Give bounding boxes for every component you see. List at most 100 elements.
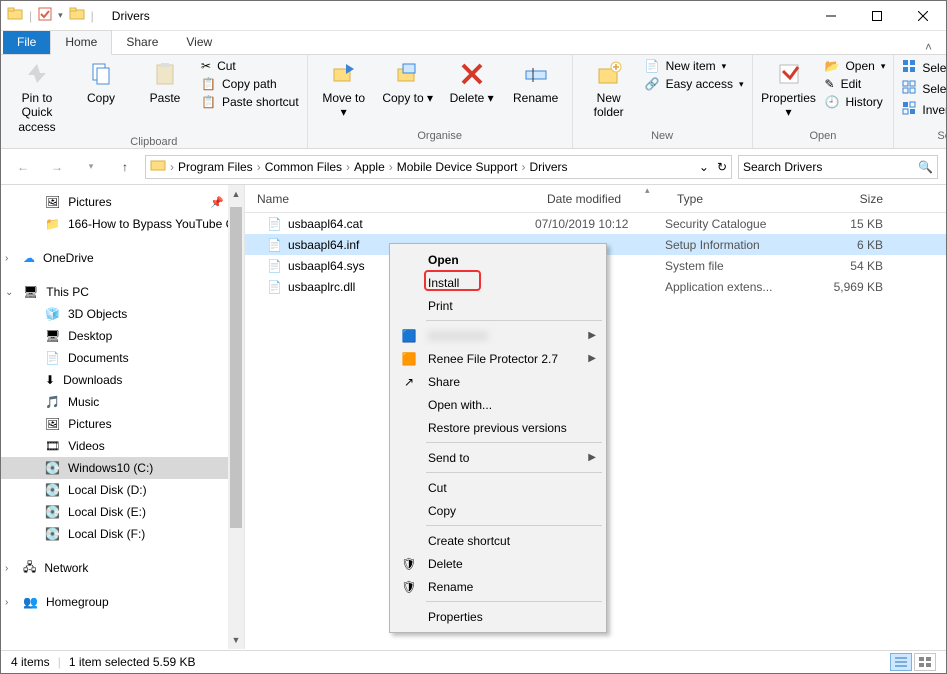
delete-button[interactable]: Delete ▾ (444, 59, 500, 107)
tab-file[interactable]: File (3, 31, 50, 54)
ctx-send-to[interactable]: Send to▶ (392, 446, 604, 469)
expand-icon[interactable]: › (5, 563, 8, 574)
ctx-install[interactable]: Install (392, 271, 604, 294)
copy-button[interactable]: Copy (73, 59, 129, 107)
nav-windows10-c[interactable]: 💽Windows10 (C:) (1, 457, 244, 479)
nav-videos[interactable]: 🎞Videos (1, 435, 244, 457)
paste-button[interactable]: Paste (137, 59, 193, 107)
ctx-blurred[interactable]: 🟦▶ (392, 324, 604, 347)
forward-button[interactable]: → (43, 153, 71, 181)
recent-button[interactable]: ▾ (77, 153, 105, 181)
ctx-renee[interactable]: 🟧Renee File Protector 2.7▶ (392, 347, 604, 370)
search-box[interactable]: Search Drivers 🔍 (738, 155, 938, 179)
nav-music[interactable]: 🎵Music (1, 391, 244, 413)
cut-button[interactable]: ✂Cut (201, 59, 299, 73)
select-none-button[interactable]: Select none (902, 80, 947, 97)
addr-dropdown[interactable]: ⌄ (699, 160, 709, 174)
nav-picfolder[interactable]: 🖼Pictures (1, 413, 244, 435)
col-type[interactable]: Type (665, 192, 805, 206)
close-button[interactable] (900, 1, 946, 30)
ctx-rename[interactable]: 🛡Rename (392, 575, 604, 598)
breadcrumb-4[interactable]: Drivers (529, 160, 567, 174)
qat-checkbox-icon[interactable] (38, 7, 52, 24)
easy-access-label: Easy access (666, 77, 733, 91)
scroll-down-icon[interactable]: ▼ (228, 631, 244, 649)
nav-network[interactable]: ›🖧Network (1, 557, 244, 579)
history-button[interactable]: 🕘History (825, 95, 886, 109)
tab-view[interactable]: View (172, 31, 226, 54)
file-name: usbaapl64.inf (288, 238, 359, 252)
back-button[interactable]: ← (9, 153, 37, 181)
invert-selection-button[interactable]: Invert selection (902, 101, 947, 118)
address-bar[interactable]: › Program Files› Common Files› Apple› Mo… (145, 155, 732, 179)
nav-bypass[interactable]: 📁166-How to Bypass YouTube C📌 (1, 213, 244, 235)
rename-button[interactable]: Rename (508, 59, 564, 107)
ctx-cut[interactable]: Cut (392, 476, 604, 499)
expand-icon[interactable]: › (5, 253, 8, 264)
qat-folder-icon (69, 6, 85, 25)
drive-icon: 💽 (45, 483, 60, 497)
ctx-print[interactable]: Print (392, 294, 604, 317)
nav-this-pc[interactable]: ⌄🖥This PC (1, 281, 244, 303)
copy-path-button[interactable]: 📋Copy path (201, 77, 299, 91)
icons-view-button[interactable] (914, 653, 936, 671)
nav-3d-objects[interactable]: 🧊3D Objects (1, 303, 244, 325)
ctx-copy[interactable]: Copy (392, 499, 604, 522)
new-item-button[interactable]: 📄New item ▾ (645, 59, 744, 73)
refresh-button[interactable]: ↻ (717, 160, 727, 174)
rename-label: Rename (513, 91, 558, 105)
tab-share[interactable]: Share (112, 31, 172, 54)
ctx-delete[interactable]: 🛡Delete (392, 552, 604, 575)
ribbon-collapse-button[interactable]: ˄ (911, 40, 946, 54)
nav-local-disk-f[interactable]: 💽Local Disk (F:) (1, 523, 244, 545)
nav-downloads[interactable]: ⬇Downloads (1, 369, 244, 391)
edit-button[interactable]: ✎Edit (825, 77, 886, 91)
breadcrumb-0[interactable]: Program Files› (178, 160, 261, 174)
breadcrumb-2[interactable]: Apple› (354, 160, 393, 174)
ctx-open[interactable]: Open (392, 248, 604, 271)
file-row[interactable]: 📄usbaapl64.cat07/10/2019 10:12Security C… (245, 213, 946, 234)
new-folder-button[interactable]: New folder (581, 59, 637, 122)
submenu-icon: ▶ (588, 452, 596, 463)
minimize-button[interactable] (808, 1, 854, 30)
breadcrumb-3[interactable]: Mobile Device Support› (397, 160, 526, 174)
pin-quick-access-button[interactable]: Pin to Quick access (9, 59, 65, 136)
scroll-thumb[interactable] (230, 207, 242, 528)
nav-pictures[interactable]: 🖼Pictures📌 (1, 191, 244, 213)
maximize-button[interactable] (854, 1, 900, 30)
nav-documents[interactable]: 📄Documents (1, 347, 244, 369)
ctx-properties[interactable]: Properties (392, 605, 604, 628)
col-name[interactable]: Name (245, 192, 535, 206)
nav-local-disk-e[interactable]: 💽Local Disk (E:) (1, 501, 244, 523)
open-button[interactable]: 📂Open ▾ (825, 59, 886, 73)
nav-desktop[interactable]: 🖥Desktop (1, 325, 244, 347)
file-size: 15 KB (805, 217, 895, 231)
col-size[interactable]: Size (805, 192, 895, 206)
nav-local-disk-d[interactable]: 💽Local Disk (D:) (1, 479, 244, 501)
nav-scrollbar[interactable]: ▲ ▼ (228, 185, 244, 649)
collapse-icon[interactable]: ⌄ (5, 287, 13, 298)
move-to-button[interactable]: Move to ▾ (316, 59, 372, 122)
ctx-restore[interactable]: Restore previous versions (392, 416, 604, 439)
expand-icon[interactable]: › (5, 597, 8, 608)
group-select-label: Select (902, 130, 947, 146)
nav-onedrive[interactable]: ›☁OneDrive (1, 247, 244, 269)
breadcrumb-1[interactable]: Common Files› (265, 160, 350, 174)
ctx-share[interactable]: ↗Share (392, 370, 604, 393)
copy-to-button[interactable]: Copy to ▾ (380, 59, 436, 107)
paste-shortcut-button[interactable]: 📋Paste shortcut (201, 95, 299, 109)
properties-label: Properties ▾ (761, 91, 816, 120)
drive-icon: 💽 (45, 461, 60, 475)
select-all-button[interactable]: Select all (902, 59, 947, 76)
scroll-up-icon[interactable]: ▲ (228, 185, 244, 203)
details-view-button[interactable] (890, 653, 912, 671)
qat-dropdown[interactable]: ▾ (58, 10, 63, 21)
tab-home[interactable]: Home (50, 30, 112, 55)
easy-access-button[interactable]: 🔗Easy access ▾ (645, 77, 744, 91)
nav-homegroup[interactable]: ›👥Homegroup (1, 591, 244, 613)
up-button[interactable]: ↑ (111, 153, 139, 181)
ctx-open-with[interactable]: Open with... (392, 393, 604, 416)
properties-button[interactable]: Properties ▾ (761, 59, 817, 122)
file-icon: 📄 (267, 280, 282, 294)
ctx-create-shortcut[interactable]: Create shortcut (392, 529, 604, 552)
